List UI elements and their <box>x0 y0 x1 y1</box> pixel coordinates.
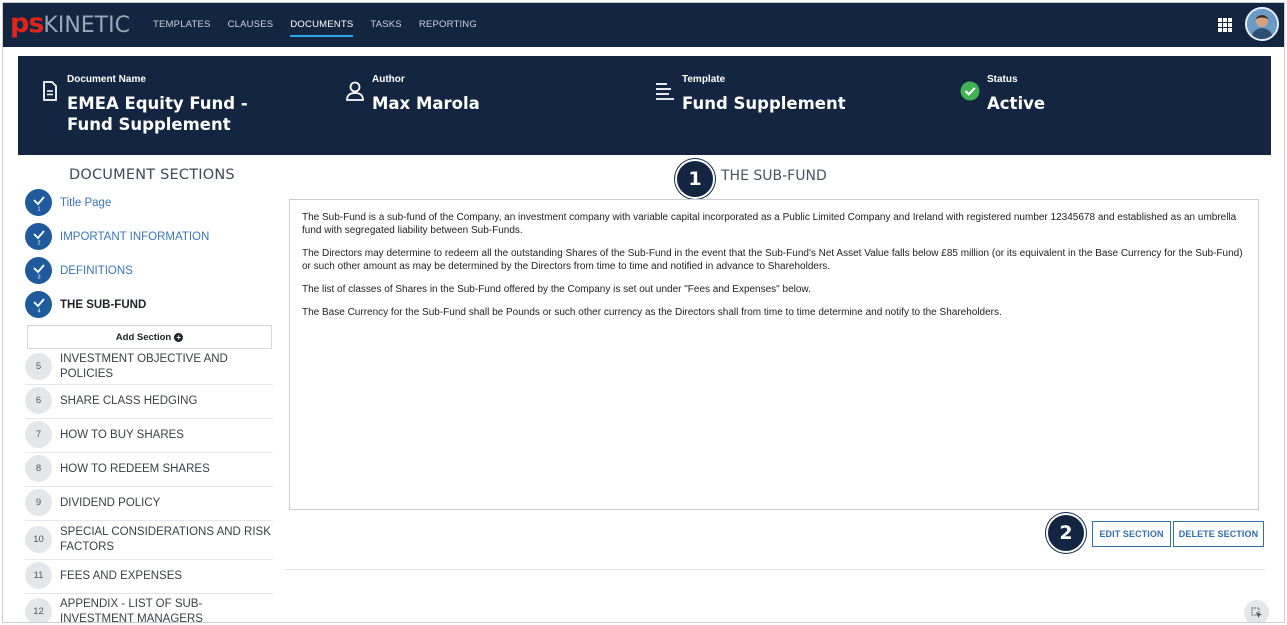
logo-ps-text: ps <box>10 8 44 39</box>
check-badge-icon: 4 <box>25 291 52 318</box>
section-label: THE SUB-FUND <box>60 298 147 311</box>
delete-section-button[interactable]: DELETE SECTION <box>1173 521 1264 547</box>
section-item-how-to-redeem-shares[interactable]: 8 HOW TO REDEEM SHARES <box>25 454 275 484</box>
check-badge-icon: 1 <box>25 189 52 216</box>
section-divider <box>25 452 273 453</box>
section-item-how-to-buy-shares[interactable]: 7 HOW TO BUY SHARES <box>25 420 275 450</box>
content-paragraph: The Base Currency for the Sub-Fund shall… <box>302 307 1002 318</box>
document-header: Document Name EMEA Equity Fund - Fund Su… <box>18 56 1271 155</box>
top-nav: ps KINETIC TEMPLATES CLAUSES DOCUMENTS T… <box>3 3 1284 47</box>
section-number: 1 <box>37 206 40 211</box>
section-label: HOW TO REDEEM SHARES <box>60 462 210 475</box>
content-paragraph: The Directors may determine to redeem al… <box>302 248 1243 272</box>
nav-links: TEMPLATES CLAUSES DOCUMENTS TASKS REPORT… <box>153 3 494 47</box>
section-item-special-considerations[interactable]: 10 SPECIAL CONSIDERATIONS AND RISK FACTO… <box>25 523 275 557</box>
apps-grid-icon[interactable] <box>1218 18 1232 32</box>
callout-marker-2: 2 <box>1046 513 1086 553</box>
template-label: Template <box>682 74 726 85</box>
content-paragraph: The list of classes of Shares in the Sub… <box>302 284 811 295</box>
user-avatar[interactable] <box>1245 7 1279 41</box>
section-divider <box>25 559 273 560</box>
section-label: SHARE CLASS HEDGING <box>60 394 198 407</box>
section-number-badge: 12 <box>25 598 52 622</box>
section-label: FEES AND EXPENSES <box>60 569 183 582</box>
check-badge-icon: 2 <box>25 223 52 250</box>
section-label: DIVIDEND POLICY <box>60 496 161 509</box>
document-sections-title: DOCUMENT SECTIONS <box>69 167 235 183</box>
nav-documents[interactable]: DOCUMENTS <box>290 3 354 47</box>
section-number: 3 <box>37 274 40 279</box>
section-item-important-information[interactable]: 2 IMPORTANT INFORMATION <box>25 222 275 252</box>
edit-section-button[interactable]: EDIT SECTION <box>1092 521 1171 547</box>
section-label: DEFINITIONS <box>60 264 133 277</box>
status-value: Active <box>987 94 1046 113</box>
section-divider <box>25 486 273 487</box>
add-section-button[interactable]: Add Section + <box>27 325 272 349</box>
section-item-definitions[interactable]: 3 DEFINITIONS <box>25 256 275 286</box>
template-value: Fund Supplement <box>682 94 846 113</box>
section-item-appendix[interactable]: 12 APPENDIX - LIST OF SUB-INVESTMENT MAN… <box>25 595 275 623</box>
pskinetic-logo[interactable]: ps KINETIC <box>10 9 130 39</box>
section-number-badge: 10 <box>25 526 52 553</box>
document-name-label: Document Name <box>67 74 146 85</box>
callout-marker-1: 1 <box>675 159 715 199</box>
section-item-investment-objective[interactable]: 5 INVESTMENT OBJECTIVE AND POLICIES <box>25 352 275 382</box>
nav-reporting[interactable]: REPORTING <box>419 3 477 47</box>
section-number: 4 <box>37 308 40 313</box>
template-lines-icon <box>656 83 674 100</box>
section-label: SPECIAL CONSIDERATIONS AND RISK FACTORS <box>60 526 271 553</box>
status-label: Status <box>987 74 1018 85</box>
section-number-badge: 6 <box>25 387 52 414</box>
section-number-badge: 11 <box>25 562 52 589</box>
section-item-title-page[interactable]: 1 Title Page <box>25 188 275 218</box>
section-item-fees-and-expenses[interactable]: 11 FEES AND EXPENSES <box>25 561 275 591</box>
section-label: IMPORTANT INFORMATION <box>60 230 210 243</box>
section-number-badge: 5 <box>25 353 52 380</box>
nav-clauses[interactable]: CLAUSES <box>228 3 274 47</box>
add-section-label: Add Section <box>115 331 172 343</box>
content-paragraph: The Sub-Fund is a sub-fund of the Compan… <box>302 212 1237 236</box>
person-icon <box>346 81 364 101</box>
author-label: Author <box>372 74 405 85</box>
section-label: HOW TO BUY SHARES <box>60 428 184 441</box>
check-circle-icon <box>960 81 980 101</box>
plus-circle-icon: + <box>174 332 184 342</box>
section-title: THE SUB-FUND <box>721 168 827 184</box>
section-number-badge: 9 <box>25 489 52 516</box>
section-divider <box>25 520 273 521</box>
author-value: Max Marola <box>372 94 480 113</box>
section-label: Title Page <box>60 196 112 209</box>
section-item-dividend-policy[interactable]: 9 DIVIDEND POLICY <box>25 488 275 518</box>
app-window: ps KINETIC TEMPLATES CLAUSES DOCUMENTS T… <box>2 2 1285 623</box>
check-badge-icon: 3 <box>25 257 52 284</box>
document-name-value: EMEA Equity Fund - Fund Supplement <box>67 94 248 134</box>
section-item-share-class-hedging[interactable]: 6 SHARE CLASS HEDGING <box>25 386 275 416</box>
section-item-the-sub-fund[interactable]: 4 THE SUB-FUND <box>25 290 275 320</box>
document-icon <box>43 81 57 101</box>
section-number: 2 <box>37 240 40 245</box>
section-divider <box>25 418 273 419</box>
logo-kinetic-text: KINETIC <box>43 13 130 38</box>
section-label: INVESTMENT OBJECTIVE AND POLICIES <box>60 353 228 380</box>
section-label: APPENDIX - LIST OF SUB-INVESTMENT MANAGE… <box>60 598 203 623</box>
section-number-badge: 8 <box>25 455 52 482</box>
content-divider <box>285 569 1265 570</box>
cursor-select-icon[interactable] <box>1244 600 1269 622</box>
section-content[interactable]: The Sub-Fund is a sub-fund of the Compan… <box>289 199 1259 510</box>
user-avatar-icon <box>1247 9 1277 39</box>
section-divider <box>25 384 273 385</box>
section-divider <box>25 593 273 594</box>
section-number-badge: 7 <box>25 421 52 448</box>
nav-templates[interactable]: TEMPLATES <box>153 3 211 47</box>
nav-tasks[interactable]: TASKS <box>370 3 401 47</box>
